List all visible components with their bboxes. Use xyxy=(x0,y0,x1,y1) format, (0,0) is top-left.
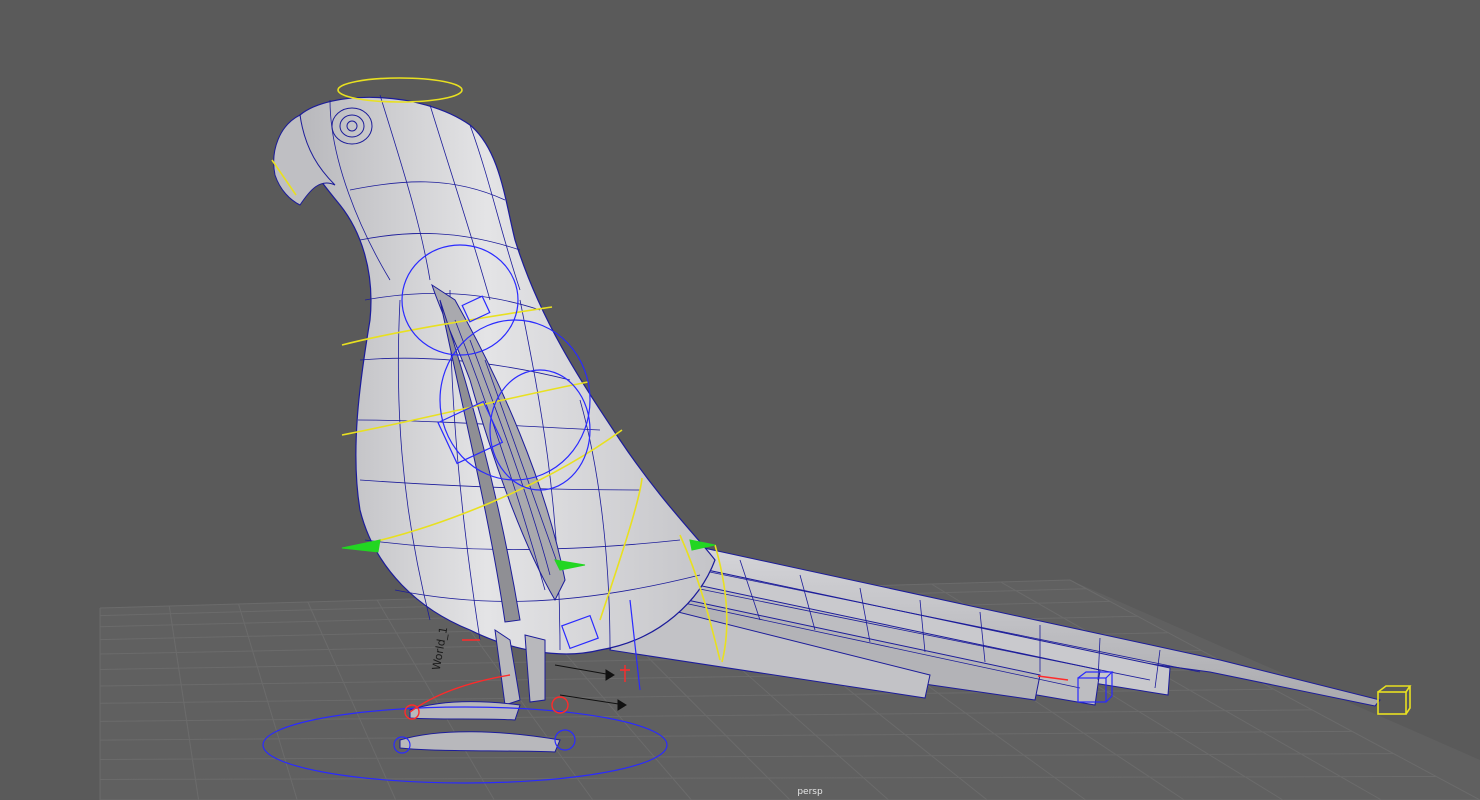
viewport-perspective[interactable]: World_1 persp xyxy=(0,0,1480,800)
scene-canvas[interactable] xyxy=(0,0,1480,800)
camera-label: persp xyxy=(797,787,823,797)
